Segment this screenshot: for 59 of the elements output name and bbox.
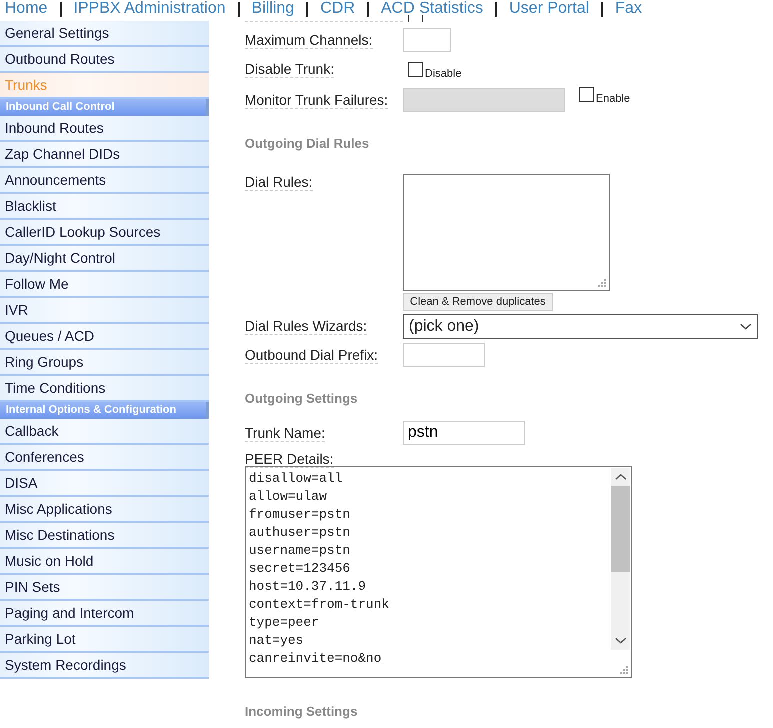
- sidebar-item[interactable]: IVR: [0, 298, 209, 324]
- nav-link[interactable]: Home: [5, 0, 48, 18]
- peer-details-text-area[interactable]: disallow=all allow=ulaw fromuser=pstn authuser=pstn username=pstn secret=123456 host=10.37.11.9 context=from-trunk type=peer nat=yes canreinvite=no&no: [245, 466, 632, 678]
- checkbox[interactable]: [408, 62, 423, 76]
- sidebar-item[interactable]: System Recordings: [0, 653, 209, 679]
- sidebar-item[interactable]: DISA: [0, 471, 209, 497]
- nav-link[interactable]: CDR: [320, 0, 356, 18]
- input-field[interactable]: [403, 343, 485, 367]
- sidebar-item[interactable]: Music on Hold: [0, 549, 209, 575]
- checkbox-label: Disable: [425, 68, 462, 80]
- field-label: Disable Trunk:: [245, 60, 334, 78]
- sidebar-item[interactable]: Misc Destinations: [0, 523, 209, 549]
- sidebar-item[interactable]: Conferences: [0, 445, 209, 471]
- sidebar-item[interactable]: Zap Channel DIDs: [0, 142, 209, 168]
- field-label: Monitor Trunk Failures:: [245, 92, 388, 108]
- scroll-down-icon[interactable]: [614, 637, 626, 645]
- sidebar-item[interactable]: Time Conditions: [0, 376, 209, 402]
- field-label: Dial Rules Wizards:: [245, 318, 368, 335]
- sidebar-item[interactable]: Announcements: [0, 168, 209, 194]
- sidebar-item[interactable]: Ring Groups: [0, 350, 209, 376]
- chevron-down-icon: [740, 322, 752, 330]
- sidebar-section-header: Internal Options & Configuration: [0, 402, 209, 419]
- sidebar-item[interactable]: Callback: [0, 419, 209, 445]
- input-field[interactable]: pstn: [403, 421, 525, 445]
- section-heading: Outgoing Dial Rules: [245, 136, 370, 153]
- wizard-select[interactable]: (pick one): [403, 314, 758, 339]
- nav-link[interactable]: Fax: [615, 0, 642, 18]
- resize-grip-icon[interactable]: [597, 278, 606, 287]
- input-field[interactable]: [403, 28, 451, 52]
- sidebar-item[interactable]: Blacklist: [0, 194, 209, 220]
- sidebar-item[interactable]: Day/Night Control: [0, 246, 209, 272]
- sidebar-item[interactable]: Parking Lot: [0, 627, 209, 653]
- field-label: Dial Rules:: [245, 174, 313, 191]
- sidebar-section-header: Inbound Call Control: [0, 99, 209, 116]
- nav-link[interactable]: IPPBX Administration: [74, 0, 226, 18]
- sidebar-item[interactable]: Follow Me: [0, 272, 209, 298]
- sidebar-item[interactable]: PIN Sets: [0, 575, 209, 601]
- sidebar-item[interactable]: Outbound Routes: [0, 47, 209, 73]
- sidebar-item[interactable]: Misc Applications: [0, 497, 209, 523]
- scrollbar-thumb[interactable]: [611, 486, 630, 572]
- field-label: Maximum Channels:: [245, 32, 373, 48]
- section-heading: Outgoing Settings: [245, 391, 359, 408]
- sidebar-item[interactable]: Inbound Routes: [0, 116, 209, 142]
- sidebar-item[interactable]: General Settings: [0, 21, 209, 47]
- nav-link[interactable]: User Portal: [509, 0, 590, 18]
- sidebar-item[interactable]: Paging and Intercom: [0, 601, 209, 627]
- field-label: PEER Details:: [245, 451, 334, 468]
- nav-link[interactable]: Billing: [252, 0, 294, 18]
- sidebar-item[interactable]: CallerID Lookup Sources: [0, 220, 209, 246]
- checkbox-label: Enable: [596, 93, 630, 105]
- text-area[interactable]: [403, 174, 610, 291]
- clean-button[interactable]: Clean & Remove duplicates: [403, 293, 553, 311]
- field-label: Outbound Dial Prefix:: [245, 346, 378, 364]
- resize-grip-icon[interactable]: [619, 665, 628, 674]
- nav-link[interactable]: ACD Statistics: [381, 0, 484, 18]
- field-label: Trunk Name:: [245, 424, 326, 442]
- sidebar-item[interactable]: Queues / ACD: [0, 324, 209, 350]
- section-heading: Incoming Settings: [245, 704, 359, 721]
- scroll-up-icon[interactable]: [614, 473, 626, 481]
